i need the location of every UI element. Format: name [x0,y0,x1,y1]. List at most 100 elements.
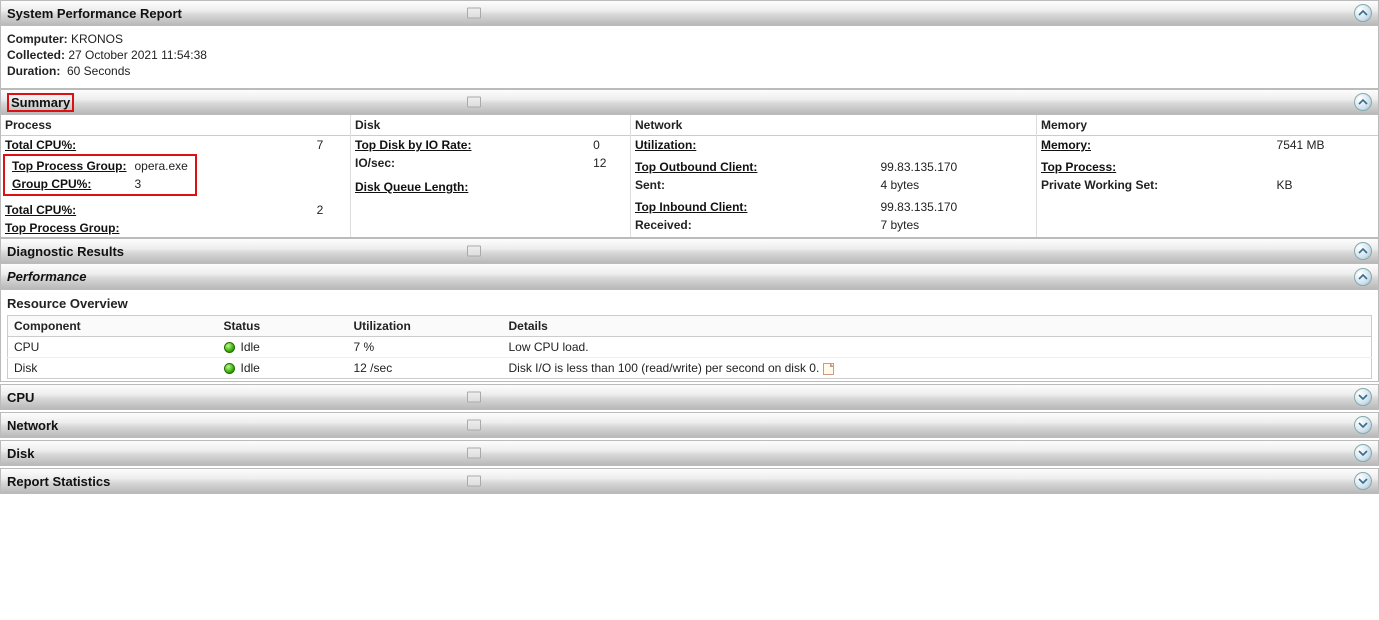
header-cpu[interactable]: CPU [0,384,1379,410]
report-statistics-title: Report Statistics [7,474,110,489]
header-report-statistics[interactable]: Report Statistics [0,468,1379,494]
label-io-sec: IO/sec: [355,156,395,170]
col-component: Component [8,316,218,337]
value-memory: 7541 MB [1273,136,1378,154]
performance-title: Performance [7,269,86,284]
expand-button[interactable] [1354,444,1372,462]
value-top-disk-io: 0 [589,136,630,154]
col-head-disk: Disk [351,115,630,136]
value-group-cpu: 3 [130,175,191,193]
calendar-icon [467,448,481,459]
value-total-cpu: 7 [313,136,350,154]
meta-computer-value: KRONOS [71,32,123,46]
summary-panel: Process Total CPU%: 7 Top Process Group: o… [0,115,1379,238]
calendar-icon [467,476,481,487]
col-utilization: Utilization [348,316,503,337]
cpu-title: CPU [7,390,34,405]
value-sent: 4 bytes [876,176,1036,194]
chevron-down-icon [1358,476,1368,486]
summary-col-network: Network Utilization: Top Outbound Client… [631,115,1037,237]
header-disk[interactable]: Disk [0,440,1379,466]
calendar-icon [467,392,481,403]
value-received: 7 bytes [876,216,1036,234]
calendar-icon [467,246,481,257]
chevron-up-icon [1358,246,1368,256]
chevron-up-icon [1358,272,1368,282]
cell-utilization: 7 % [348,337,503,358]
resource-table: Component Status Utilization Details CPU… [7,315,1372,379]
col-head-process: Process [1,115,350,136]
header-performance[interactable]: Performance [0,264,1379,290]
label-sent: Sent: [635,178,665,192]
resource-overview-title: Resource Overview [7,294,1372,315]
document-icon[interactable] [823,363,834,375]
expand-button[interactable] [1354,388,1372,406]
status-led-icon [224,363,235,374]
header-title: System Performance Report [7,6,182,21]
collapse-button[interactable] [1354,268,1372,286]
label-disk-queue[interactable]: Disk Queue Length: [355,180,468,194]
label-memory[interactable]: Memory: [1041,138,1091,152]
collapse-button[interactable] [1354,242,1372,260]
meta-duration-label: Duration: [7,64,60,78]
label-received: Received: [635,218,692,232]
value-top-process-group: opera.exe [130,157,191,175]
cell-utilization: 12 /sec [348,358,503,379]
meta-collected-label: Collected: [7,48,65,62]
cell-status: Idle [241,340,260,354]
col-status: Status [218,316,348,337]
label-top-process-group-2[interactable]: Top Process Group: [5,221,119,235]
chevron-up-icon [1358,97,1368,107]
calendar-icon [467,420,481,431]
chevron-down-icon [1358,392,1368,402]
col-head-memory: Memory [1037,115,1378,136]
chevron-down-icon [1358,420,1368,430]
label-total-cpu-2[interactable]: Total CPU%: [5,203,76,217]
col-details: Details [503,316,1372,337]
cell-component: CPU [8,337,218,358]
calendar-icon [467,97,481,108]
header-diagnostic-results[interactable]: Diagnostic Results [0,238,1379,264]
status-led-icon [224,342,235,353]
label-total-cpu[interactable]: Total CPU%: [5,138,76,152]
cell-component: Disk [8,358,218,379]
chevron-up-icon [1358,8,1368,18]
summary-col-disk: Disk Top Disk by IO Rate: 0 IO/sec: 12 Dis… [351,115,631,237]
value-top-outbound: 99.83.135.170 [876,158,1036,176]
header-network[interactable]: Network [0,412,1379,438]
value-io-sec: 12 [589,154,630,172]
meta-computer-label: Computer: [7,32,68,46]
summary-col-memory: Memory Memory: 7541 MB Top Process: Priva… [1037,115,1378,237]
highlight-summary-title: Summary [7,93,74,112]
col-head-network: Network [631,115,1036,136]
label-top-process-group[interactable]: Top Process Group: [12,159,126,173]
meta-collected-value: 27 October 2021 11:54:38 [68,48,207,62]
label-top-disk-io[interactable]: Top Disk by IO Rate: [355,138,471,152]
label-group-cpu[interactable]: Group CPU%: [12,177,91,191]
label-top-process[interactable]: Top Process: [1041,160,1116,174]
label-top-outbound[interactable]: Top Outbound Client: [635,160,757,174]
collapse-button[interactable] [1354,4,1372,22]
label-top-inbound[interactable]: Top Inbound Client: [635,200,747,214]
chevron-down-icon [1358,448,1368,458]
calendar-icon [467,8,481,19]
header-meta-panel: Computer: KRONOS Collected: 27 October 2… [0,26,1379,89]
value-top-inbound: 99.83.135.170 [876,198,1036,216]
table-row[interactable]: Disk Idle 12 /sec Disk I/O is less than … [8,358,1372,379]
table-row[interactable]: CPU Idle 7 % Low CPU load. [8,337,1372,358]
header-summary[interactable]: Summary [0,89,1379,115]
expand-button[interactable] [1354,416,1372,434]
highlight-process-group: Top Process Group: opera.exe Group CPU%: 3 [3,154,197,196]
meta-duration-value: 60 Seconds [67,64,130,78]
expand-button[interactable] [1354,472,1372,490]
summary-title: Summary [11,95,70,110]
cell-status: Idle [241,361,260,375]
cell-details: Disk I/O is less than 100 (read/write) p… [509,361,820,375]
collapse-button[interactable] [1354,93,1372,111]
header-system-performance[interactable]: System Performance Report [0,0,1379,26]
value-total-cpu-2: 2 [313,201,350,219]
value-private-working-set: KB [1273,176,1378,194]
label-utilization[interactable]: Utilization: [635,138,696,152]
summary-col-process: Process Total CPU%: 7 Top Process Group: o… [1,115,351,237]
label-private-working-set: Private Working Set: [1041,178,1158,192]
